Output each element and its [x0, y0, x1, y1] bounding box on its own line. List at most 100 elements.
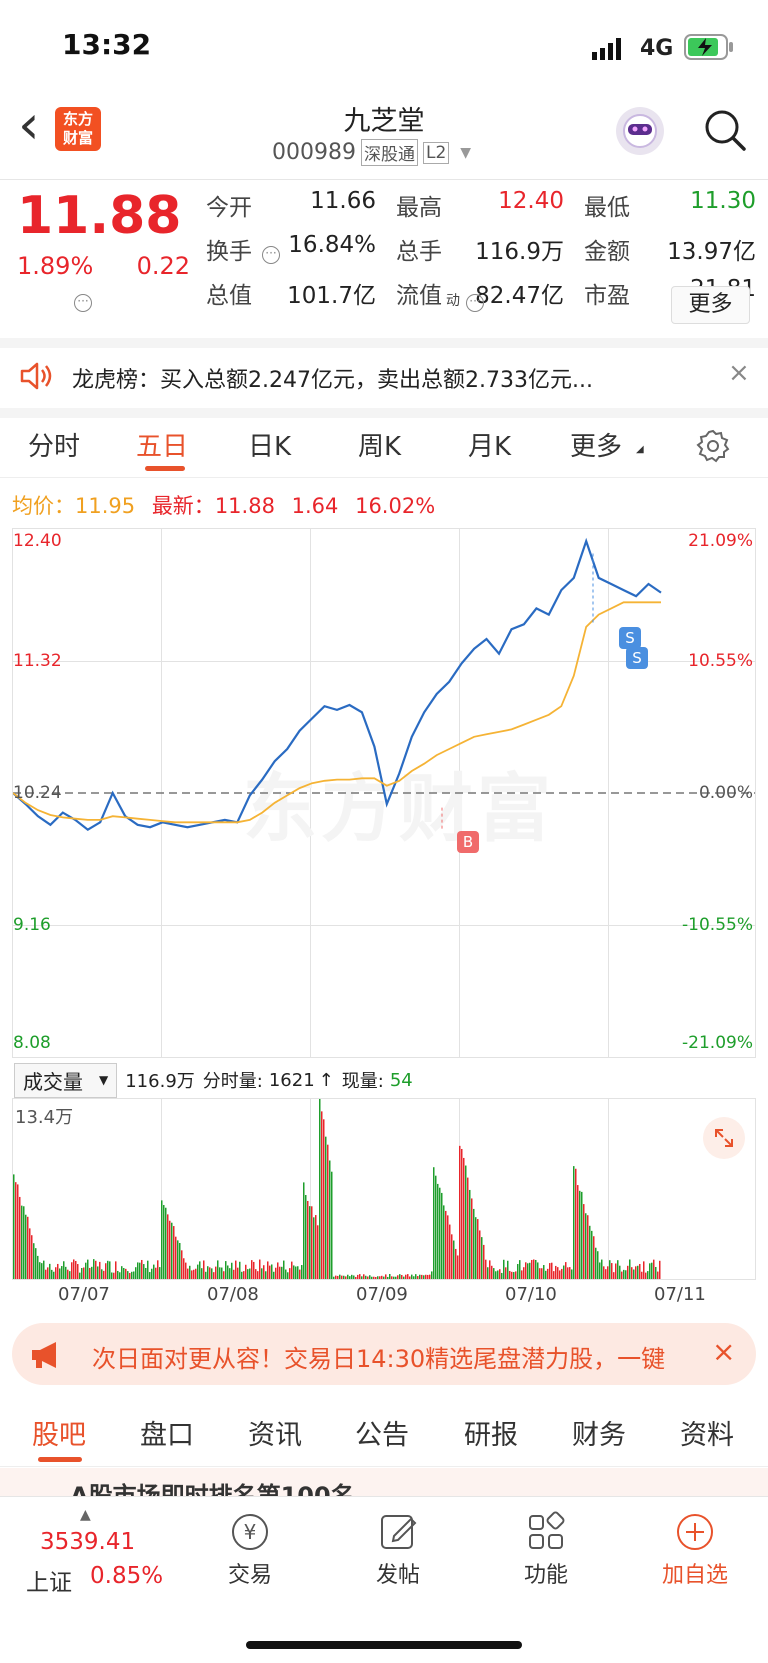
stock-code-row[interactable]: 000989 深股通 L2 ▼	[272, 139, 471, 166]
content-tab-3[interactable]: 公告	[355, 1413, 409, 1452]
x-axis-label: 07/08	[207, 1284, 259, 1305]
close-icon[interactable]: ×	[712, 1335, 735, 1368]
volume-bar	[577, 1185, 579, 1279]
volume-bar	[251, 1260, 253, 1279]
volume-bar	[565, 1262, 567, 1279]
change-amount: 0.22	[136, 252, 190, 280]
volume-bar	[119, 1272, 121, 1279]
volume-bar	[645, 1272, 647, 1279]
volume-bar	[561, 1268, 563, 1279]
volume-bar	[187, 1268, 189, 1279]
sell-marker[interactable]: S	[619, 627, 641, 649]
buy-marker[interactable]: B	[457, 831, 479, 853]
volume-bar	[81, 1267, 83, 1279]
avg-value: 11.95	[75, 494, 136, 518]
tab-0[interactable]: 分时	[28, 426, 80, 463]
volume-bar	[427, 1274, 429, 1279]
volume-bar	[247, 1269, 249, 1279]
volume-bar	[575, 1168, 577, 1279]
quote-label: 最高	[396, 195, 442, 221]
volume-bar	[413, 1276, 415, 1279]
volume-bar	[629, 1259, 631, 1279]
volume-bar	[319, 1099, 321, 1279]
sell-marker[interactable]: S	[626, 647, 648, 669]
caret-up-icon: ▲	[80, 1507, 91, 1523]
volume-bar	[421, 1274, 423, 1279]
volume-bar	[123, 1268, 125, 1279]
content-tab-2[interactable]: 资讯	[248, 1413, 302, 1452]
quote-value: 11.66	[310, 188, 376, 214]
volume-bar	[185, 1262, 187, 1279]
volume-bar	[375, 1276, 377, 1279]
robot-avatar-icon[interactable]	[616, 107, 664, 155]
volume-bar	[433, 1167, 435, 1279]
content-tab-1[interactable]: 盘口	[140, 1413, 194, 1452]
volume-bar	[335, 1275, 337, 1279]
volume-bar	[63, 1261, 65, 1279]
volume-bar	[227, 1265, 229, 1279]
volume-bar	[41, 1263, 43, 1279]
volume-bar	[429, 1274, 431, 1279]
grid-icon	[525, 1511, 567, 1553]
promo-text: 次日面对更从容！交易日14:30精选尾盘潜力股，一键	[92, 1345, 666, 1373]
volume-bar	[201, 1268, 203, 1279]
info-icon[interactable]: ···	[466, 294, 484, 312]
volume-bar	[589, 1225, 591, 1279]
content-tab-5[interactable]: 财务	[572, 1413, 626, 1452]
tab-5[interactable]: 更多	[570, 426, 622, 463]
tab-2[interactable]: 日K	[248, 426, 291, 463]
info-icon[interactable]: ···	[262, 246, 280, 264]
latest-change: 1.64	[291, 494, 339, 518]
volume-chart[interactable]: 13.4万	[12, 1098, 756, 1280]
feed-peek[interactable]: A股市场即时排名第100名	[0, 1468, 768, 1496]
volume-bar	[495, 1271, 497, 1279]
volume-bar	[313, 1217, 315, 1279]
content-tab-4[interactable]: 研报	[464, 1413, 518, 1452]
volume-bar	[359, 1274, 361, 1279]
volume-bar	[597, 1251, 599, 1279]
search-icon[interactable]	[702, 107, 748, 157]
expand-icon[interactable]	[703, 1117, 745, 1159]
chart-legend: 均价：11.95 最新：11.88 1.64 16.02%	[12, 490, 435, 520]
volume-bar	[295, 1266, 297, 1279]
index-widget[interactable]: ▲ 3539.41 上证 0.85%	[20, 1507, 170, 1602]
function-button[interactable]: 功能	[506, 1511, 586, 1589]
volume-bar	[207, 1266, 209, 1279]
volume-bar	[521, 1270, 523, 1279]
volume-bar	[163, 1205, 165, 1279]
quote-label: 总值	[206, 283, 252, 309]
content-tab-0[interactable]: 股吧	[32, 1413, 86, 1452]
volume-bar	[341, 1275, 343, 1279]
volume-bar	[657, 1271, 659, 1279]
add-watchlist-button[interactable]: 加自选	[650, 1511, 740, 1589]
content-tab-6[interactable]: 资料	[680, 1413, 734, 1452]
volume-bar	[301, 1265, 303, 1279]
tab-1[interactable]: 五日	[136, 426, 188, 463]
volume-bar	[635, 1266, 637, 1279]
post-label: 发帖	[375, 1563, 420, 1588]
post-button[interactable]: 发帖	[358, 1511, 438, 1589]
more-button[interactable]: 更多	[671, 286, 750, 324]
avg-label: 均价：	[12, 494, 75, 518]
volume-selector[interactable]: 成交量 ▼	[14, 1062, 118, 1098]
volume-bar	[481, 1237, 483, 1279]
volume-bar	[43, 1260, 45, 1279]
volume-bar	[175, 1236, 177, 1279]
volume-bar	[191, 1270, 193, 1279]
plus-circle-icon	[674, 1511, 716, 1553]
tab-3[interactable]: 周K	[358, 426, 401, 463]
price-chart[interactable]: 东方财富 12.40 11.32 10.24 9.16 8.08 21.09% 10.55…	[12, 528, 756, 1058]
trade-button[interactable]: ¥ 交易	[210, 1511, 290, 1589]
volume-bar	[511, 1271, 513, 1279]
volume-bar	[443, 1205, 445, 1279]
tab-4[interactable]: 月K	[468, 426, 511, 463]
volume-bar	[619, 1265, 621, 1279]
volume-bar	[49, 1263, 51, 1279]
price-line	[13, 537, 662, 832]
volume-bar	[493, 1268, 495, 1279]
gear-icon[interactable]	[695, 428, 731, 468]
close-icon[interactable]: ×	[728, 358, 750, 388]
notice-bar[interactable]: 龙虎榜：买入总额2.247亿元，卖出总额2.733亿元... ×	[0, 348, 768, 408]
info-icon[interactable]: ···	[74, 294, 92, 312]
promo-banner[interactable]: 次日面对更从容！交易日14:30精选尾盘潜力股，一键 ×	[12, 1323, 756, 1385]
